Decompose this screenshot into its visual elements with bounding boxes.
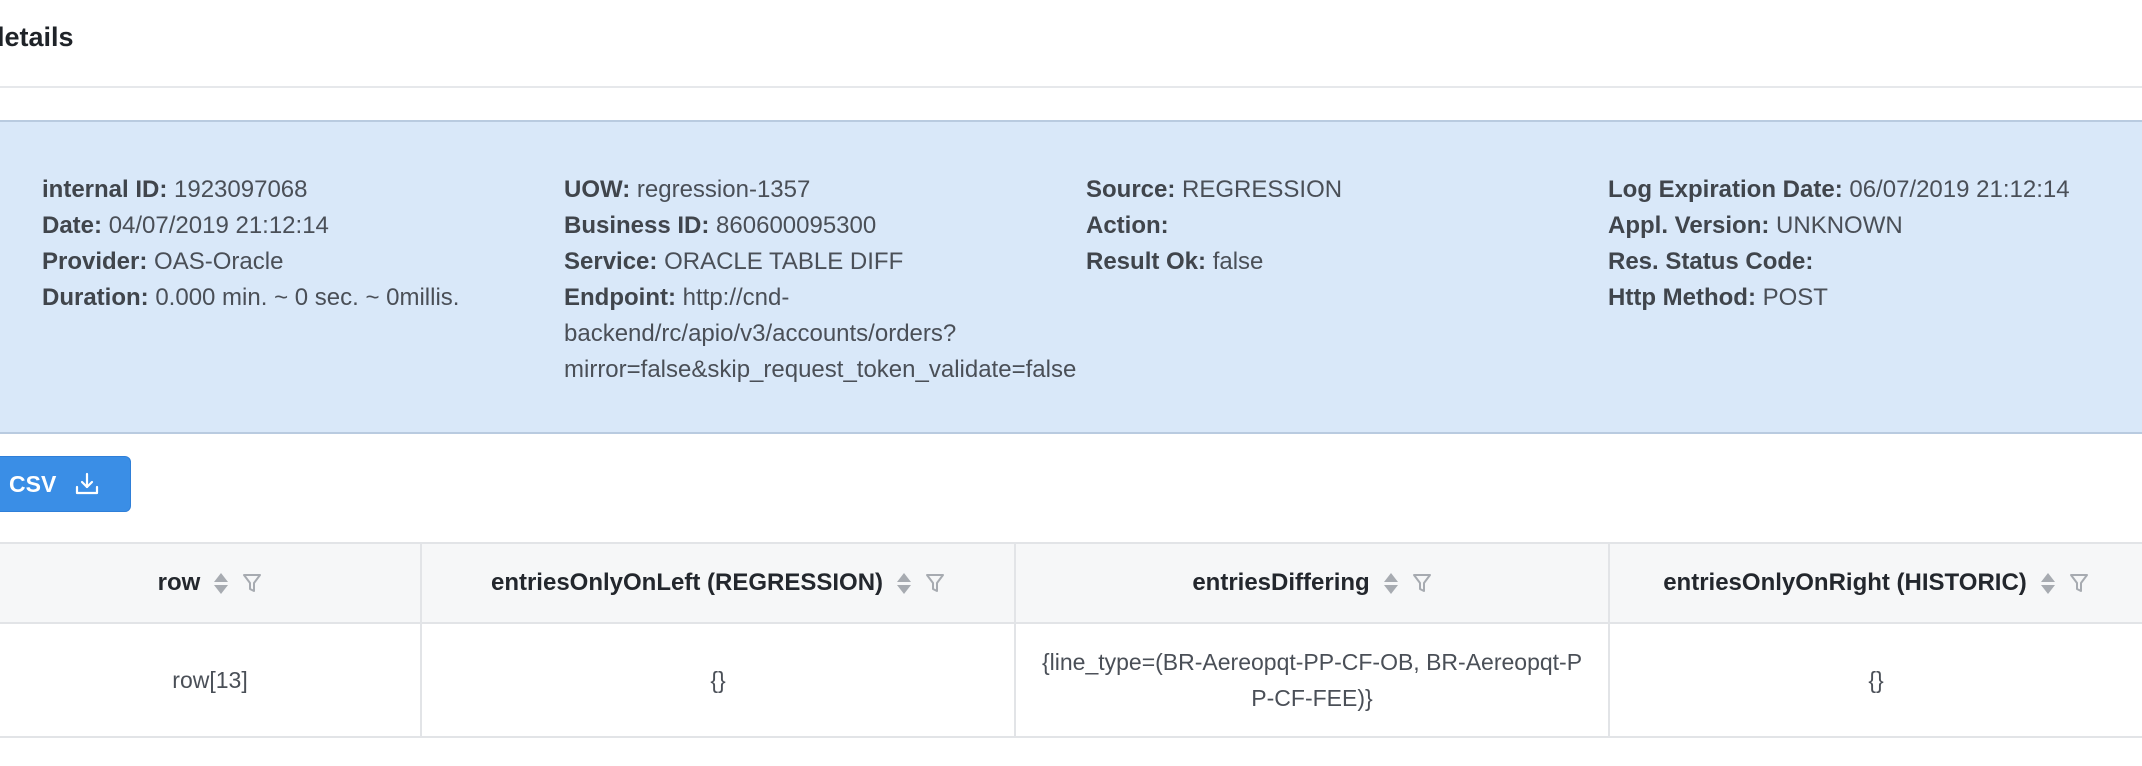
table-header: row entriesOnlyOnLeft (REGRESSION) entri… [0,544,2142,624]
csv-button-label: CSV [9,470,57,497]
column-header-row[interactable]: row [0,544,420,622]
uow-value: regression-1357 [636,176,811,203]
sort-icon[interactable] [897,570,912,596]
provider-field: Provider: OAS-Oracle [42,244,542,280]
source-label: Source: [1086,176,1176,203]
column-header-entries-differing[interactable]: entriesDiffering [1014,544,1608,622]
column-header-entries-only-right[interactable]: entriesOnlyOnRight (HISTORIC) [1608,544,2142,622]
duration-value: 0.000 min. ~ 0 sec. ~ 0millis. [155,284,460,311]
business-id-field: Business ID: 860600095300 [564,208,1104,244]
info-column-1: internal ID: 1923097068 Date: 04/07/2019… [42,172,542,316]
uow-field: UOW: regression-1357 [564,172,1104,208]
log-info-panel: internal ID: 1923097068 Date: 04/07/2019… [0,120,2142,434]
duration-field: Duration: 0.000 min. ~ 0 sec. ~ 0millis. [42,280,542,316]
download-icon [76,472,99,495]
csv-download-button[interactable]: CSV [0,456,131,512]
http-method-field: Http Method: POST [1608,280,2142,316]
result-ok-field: Result Ok: false [1086,244,1586,280]
log-expiration-value: 06/07/2019 21:12:14 [1849,176,2070,203]
header-divider [0,86,2142,88]
table-cell-entries-differing: {line_type=(BR-Aereopqt-PP-CF-OB, BR-Aer… [1014,624,1608,736]
sort-icon[interactable] [1383,570,1398,596]
log-expiration-label: Log Expiration Date: [1608,176,1843,203]
source-field: Source: REGRESSION [1086,172,1586,208]
column-header-label: entriesOnlyOnRight (HISTORIC) [1663,569,2027,596]
info-column-4: Log Expiration Date: 06/07/2019 21:12:14… [1608,172,2142,316]
business-id-value: 860600095300 [716,212,877,239]
diff-table: row entriesOnlyOnLeft (REGRESSION) entri… [0,542,2142,738]
filter-icon[interactable] [1412,572,1432,594]
res-status-code-label: Res. Status Code: [1608,248,1814,275]
column-header-label: entriesDiffering [1192,569,1370,596]
internal-id-label: internal ID: [42,176,168,203]
column-header-label: row [157,569,201,596]
sort-icon[interactable] [2040,570,2055,596]
service-field: Service: ORACLE TABLE DIFF [564,244,1104,280]
provider-label: Provider: [42,248,148,275]
info-column-2: UOW: regression-1357 Business ID: 860600… [564,172,1104,388]
column-header-entries-only-left[interactable]: entriesOnlyOnLeft (REGRESSION) [420,544,1014,622]
source-value: REGRESSION [1182,176,1343,203]
page-title: g details [0,22,74,52]
table-row[interactable]: row[13] {} {line_type=(BR-Aereopqt-PP-CF… [0,624,2142,738]
date-label: Date: [42,212,103,239]
sort-icon[interactable] [214,570,229,596]
business-id-label: Business ID: [564,212,710,239]
column-header-label: entriesOnlyOnLeft (REGRESSION) [490,569,884,596]
cell-text: {} [710,667,726,693]
action-label: Action: [1086,212,1169,239]
filter-icon[interactable] [2069,572,2089,594]
uow-label: UOW: [564,176,631,203]
provider-value: OAS-Oracle [154,248,284,275]
duration-label: Duration: [42,284,149,311]
endpoint-label: Endpoint: [564,284,676,311]
result-ok-value: false [1212,248,1264,275]
action-field: Action: [1086,208,1586,244]
appl-version-value: UNKNOWN [1776,212,1903,239]
appl-version-label: Appl. Version: [1608,212,1770,239]
res-status-code-field: Res. Status Code: [1608,244,2142,280]
result-ok-label: Result Ok: [1086,248,1207,275]
filter-icon[interactable] [242,572,262,594]
appl-version-field: Appl. Version: UNKNOWN [1608,208,2142,244]
internal-id-field: internal ID: 1923097068 [42,172,542,208]
filter-icon[interactable] [925,572,945,594]
info-column-3: Source: REGRESSION Action: Result Ok: fa… [1086,172,1586,280]
date-field: Date: 04/07/2019 21:12:14 [42,208,542,244]
table-cell-entries-only-left: {} [420,624,1014,736]
http-method-label: Http Method: [1608,284,1756,311]
internal-id-value: 1923097068 [174,176,308,203]
date-value: 04/07/2019 21:12:14 [108,212,329,239]
table-cell-entries-only-right: {} [1608,624,2142,736]
service-value: ORACLE TABLE DIFF [664,248,904,275]
cell-text: {} [1868,667,1884,693]
cell-text: row[13] [172,667,248,693]
table-cell-row: row[13] [0,624,420,736]
cell-text: {line_type=(BR-Aereopqt-PP-CF-OB, BR-Aer… [1041,649,1583,711]
endpoint-field: Endpoint: http://cnd-backend/rc/apio/v3/… [564,280,1104,388]
http-method-value: POST [1762,284,1828,311]
log-expiration-field: Log Expiration Date: 06/07/2019 21:12:14 [1608,172,2142,208]
service-label: Service: [564,248,658,275]
